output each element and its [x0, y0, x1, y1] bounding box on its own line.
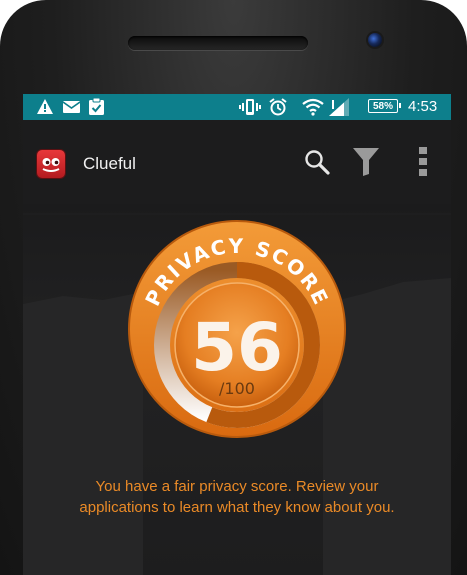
phone-device: 58% 4:53 Clueful PRIVACY SCORE 56 /100 Y… — [0, 0, 467, 575]
overflow-menu-icon — [419, 146, 427, 182]
alarm-icon — [269, 98, 287, 116]
signal-icon — [329, 98, 349, 116]
filter-icon — [353, 147, 379, 181]
status-bar: 58% 4:53 — [23, 94, 451, 120]
score-message: You have a fair privacy score. Review yo… — [79, 478, 395, 516]
score-max: /100 — [219, 379, 255, 398]
background-graph — [23, 294, 143, 575]
score-value: 56 — [191, 309, 283, 386]
action-bar: Clueful — [23, 120, 451, 204]
privacy-score-gauge: PRIVACY SCORE 56 /100 — [23, 213, 451, 575]
clueful-app-icon[interactable] — [37, 150, 65, 178]
search-button[interactable] — [299, 146, 335, 182]
filter-button[interactable] — [348, 146, 384, 182]
phone-screen: 58% 4:53 Clueful PRIVACY SCORE 56 /100 Y… — [23, 94, 451, 575]
vibrate-icon — [239, 99, 261, 115]
privacy-score-panel: PRIVACY SCORE 56 /100 You have a fair pr… — [23, 204, 451, 575]
search-icon — [304, 149, 330, 180]
overflow-menu-button[interactable] — [405, 146, 441, 182]
warning-icon — [37, 99, 53, 114]
app-title: Clueful — [83, 154, 136, 173]
battery-indicator: 58% — [368, 99, 401, 113]
clipboard-icon — [89, 98, 104, 115]
mail-icon — [63, 101, 80, 113]
phone-speaker — [128, 36, 308, 50]
front-camera — [368, 33, 382, 47]
wifi-icon — [302, 98, 324, 116]
status-clock: 4:53 — [408, 98, 438, 115]
